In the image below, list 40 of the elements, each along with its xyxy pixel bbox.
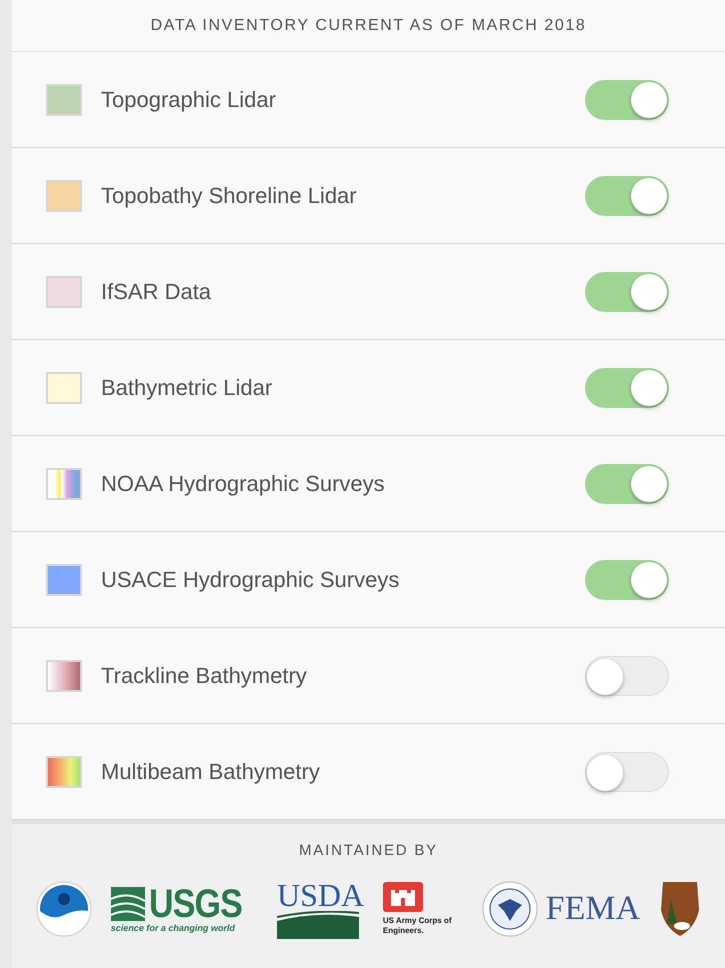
waves-logo-icon (110, 887, 145, 921)
switch-knob (631, 274, 667, 310)
logo-text: FEMA (546, 892, 640, 926)
layer-label: Bathymetric Lidar (101, 374, 274, 402)
switch-knob (631, 178, 667, 214)
inventory-heading: DATA INVENTORY CURRENT AS OF MARCH 2018 (150, 16, 586, 36)
logo-tagline: science for a changing world (110, 924, 235, 933)
layer-label: USACE Hydrographic Surveys (101, 566, 400, 594)
layer-label: IfSAR Data (101, 278, 212, 306)
toggle-switch[interactable] (585, 656, 669, 696)
arrowhead-logo-icon (658, 880, 701, 938)
switch-knob (631, 562, 667, 598)
switch-knob (587, 658, 623, 694)
toggle-switch[interactable] (585, 176, 669, 216)
toggle-switch[interactable] (585, 80, 669, 120)
switch-knob (631, 466, 667, 502)
gradient-swatch (46, 660, 82, 692)
footer-heading: MAINTAINED BY (299, 841, 438, 861)
logo-text: US Army Corps of Engineers. (382, 916, 452, 936)
eagle-seal-icon (482, 880, 538, 936)
layer-label: NOAA Hydrographic Surveys (101, 470, 386, 498)
switch-knob (631, 82, 667, 118)
toggle-switch[interactable] (585, 752, 669, 792)
fields-logo-icon (276, 910, 359, 938)
layer-label: Multibeam Bathymetry (101, 758, 321, 786)
toggle-switch[interactable] (585, 368, 669, 408)
toggle-switch[interactable] (585, 272, 669, 312)
logo-text: USDA (276, 878, 364, 910)
seal-logo-icon (36, 880, 92, 936)
toggle-switch[interactable] (585, 464, 669, 504)
layer-label: Topobathy Shoreline Lidar (101, 182, 358, 210)
toggle-switch[interactable] (585, 560, 669, 600)
layer-label: Trackline Bathymetry (101, 662, 308, 690)
gradient-swatch (46, 468, 82, 500)
logo-text: USGS (148, 884, 242, 924)
castle-logo-icon (382, 882, 423, 912)
switch-knob (587, 754, 623, 790)
switch-knob (631, 370, 667, 406)
layer-label: Topographic Lidar (101, 86, 277, 114)
gradient-swatch (46, 756, 82, 788)
